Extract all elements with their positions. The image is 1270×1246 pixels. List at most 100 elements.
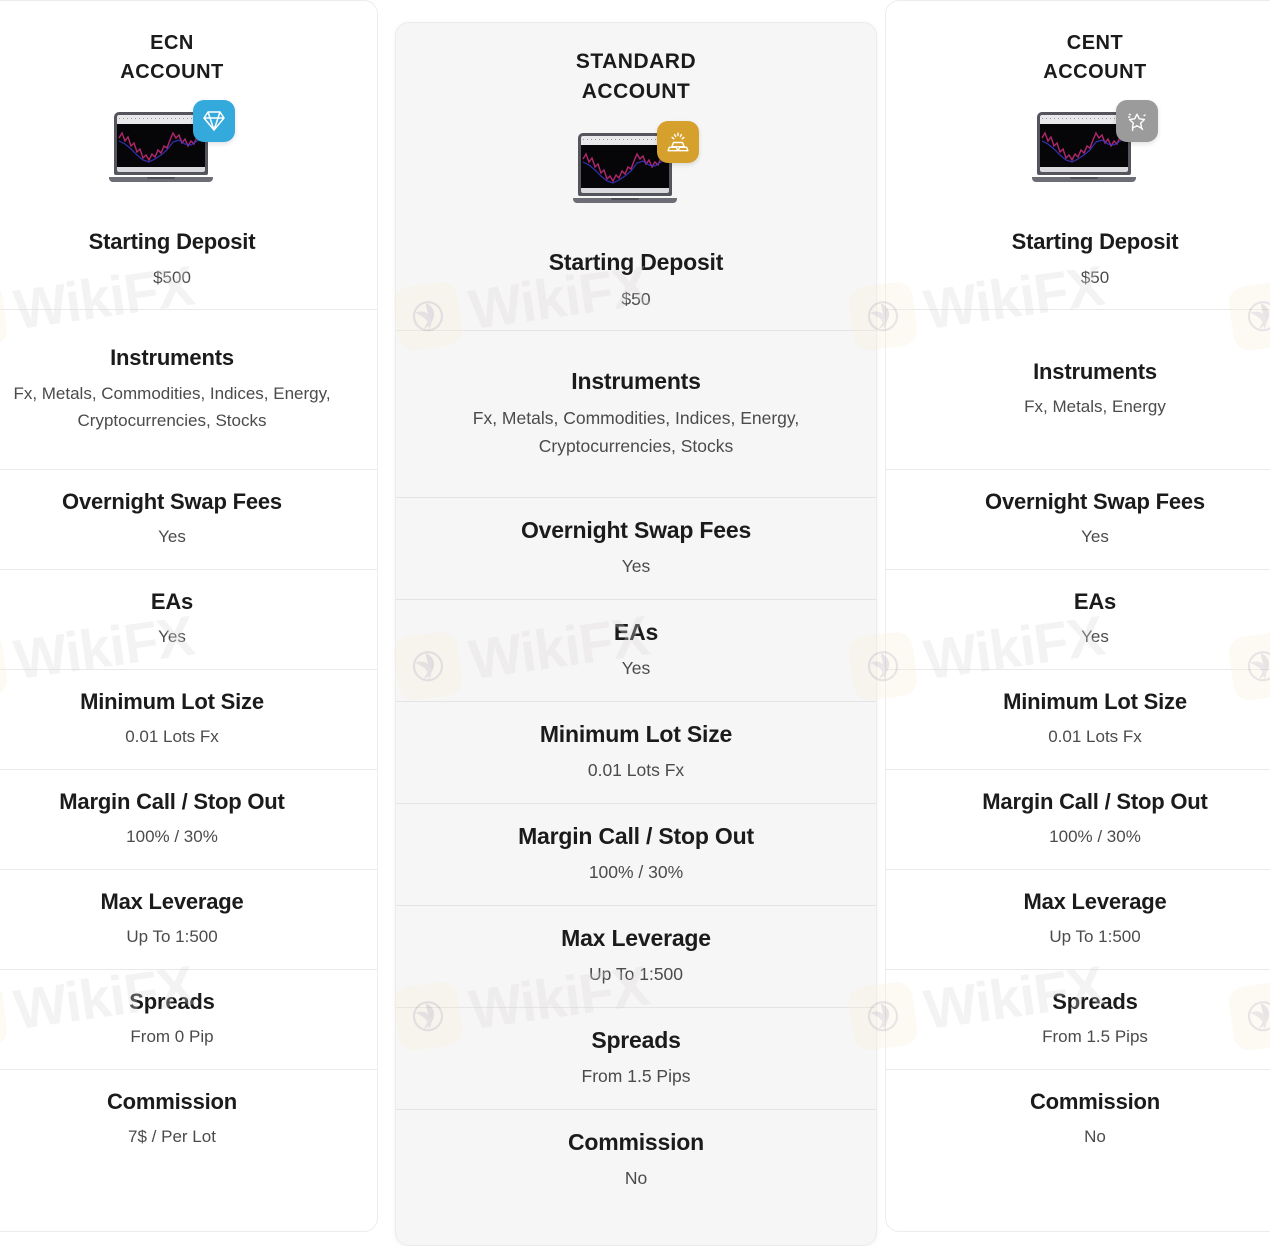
spec-row: Commission No bbox=[886, 1069, 1270, 1169]
spec-row: Commission No bbox=[396, 1109, 876, 1211]
spec-row: Starting Deposit $50 bbox=[886, 205, 1270, 309]
spec-row-label: Minimum Lot Size bbox=[404, 721, 868, 749]
spec-row-value: Up To 1:500 bbox=[894, 923, 1270, 950]
account-title-line-2: ACCOUNT bbox=[886, 58, 1270, 87]
spec-row: Instruments Fx, Metals, Commodities, Indi… bbox=[396, 330, 876, 497]
diamond-icon bbox=[193, 100, 235, 142]
account-card-title: CENT ACCOUNT bbox=[886, 1, 1270, 87]
spec-row-label: Minimum Lot Size bbox=[894, 689, 1270, 715]
spec-row: Margin Call / Stop Out 100% / 30% bbox=[396, 803, 876, 905]
spec-row-label: EAs bbox=[0, 589, 369, 615]
spec-row-value: Yes bbox=[0, 623, 369, 650]
spec-row-value: Fx, Metals, Commodities, Indices, Energy… bbox=[404, 404, 868, 460]
spec-row: Spreads From 1.5 Pips bbox=[886, 969, 1270, 1069]
account-illustration bbox=[886, 87, 1270, 205]
account-title-line-1: STANDARD bbox=[396, 47, 876, 77]
account-title-line-2: ACCOUNT bbox=[0, 58, 377, 87]
spec-row-value: Up To 1:500 bbox=[0, 923, 369, 950]
spec-row-label: Instruments bbox=[894, 359, 1270, 385]
spec-row-label: Spreads bbox=[894, 989, 1270, 1015]
spec-row: Instruments Fx, Metals, Energy bbox=[886, 309, 1270, 469]
spec-row: Margin Call / Stop Out 100% / 30% bbox=[886, 769, 1270, 869]
spec-row: Commission 7$ / Per Lot bbox=[0, 1069, 377, 1169]
account-title-line-1: ECN bbox=[0, 29, 377, 58]
spec-row: EAs Yes bbox=[886, 569, 1270, 669]
spec-row-label: EAs bbox=[894, 589, 1270, 615]
spec-row-value: No bbox=[894, 1123, 1270, 1150]
spec-row-value: Yes bbox=[404, 654, 868, 682]
spec-row: Max Leverage Up To 1:500 bbox=[0, 869, 377, 969]
account-type-comparison: ECN ACCOUNT bbox=[0, 0, 1270, 1214]
spec-row: Overnight Swap Fees Yes bbox=[0, 469, 377, 569]
spec-row-label: Overnight Swap Fees bbox=[404, 517, 868, 545]
spec-row: Minimum Lot Size 0.01 Lots Fx bbox=[886, 669, 1270, 769]
spec-row-label: EAs bbox=[404, 619, 868, 647]
spec-row-label: Starting Deposit bbox=[404, 249, 868, 277]
spec-row-label: Commission bbox=[404, 1129, 868, 1157]
spec-row-label: Minimum Lot Size bbox=[0, 689, 369, 715]
spec-row-label: Commission bbox=[0, 1089, 369, 1115]
spec-row: Margin Call / Stop Out 100% / 30% bbox=[0, 769, 377, 869]
spec-row-value: 100% / 30% bbox=[894, 823, 1270, 850]
spec-row-label: Commission bbox=[894, 1089, 1270, 1115]
spec-row-value: From 0 Pip bbox=[0, 1023, 369, 1050]
account-spec-list: Starting Deposit $500 Instruments Fx, Metal… bbox=[0, 205, 377, 1169]
account-spec-list: Starting Deposit $50 Instruments Fx, Metals… bbox=[396, 226, 876, 1211]
spec-row-value: No bbox=[404, 1164, 868, 1192]
account-card-cent[interactable]: CENT ACCOUNT bbox=[885, 0, 1270, 1232]
spec-row-value: 0.01 Lots Fx bbox=[0, 723, 369, 750]
account-card-ecn[interactable]: ECN ACCOUNT bbox=[0, 0, 378, 1232]
spec-row: Spreads From 1.5 Pips bbox=[396, 1007, 876, 1109]
spec-row-label: Max Leverage bbox=[894, 889, 1270, 915]
spec-row-value: $50 bbox=[894, 264, 1270, 291]
spec-row-label: Spreads bbox=[0, 989, 369, 1015]
spec-row-label: Margin Call / Stop Out bbox=[404, 823, 868, 851]
spec-row-value: Fx, Metals, Energy bbox=[894, 393, 1270, 420]
account-title-line-1: CENT bbox=[886, 29, 1270, 58]
spec-row-label: Margin Call / Stop Out bbox=[894, 789, 1270, 815]
spec-row: Minimum Lot Size 0.01 Lots Fx bbox=[396, 701, 876, 803]
spec-row: EAs Yes bbox=[0, 569, 377, 669]
spec-row-value: $50 bbox=[404, 285, 868, 313]
spec-row-label: Spreads bbox=[404, 1027, 868, 1055]
spec-row: Max LeverageUp To 1:500 bbox=[396, 905, 876, 1007]
account-illustration bbox=[0, 87, 377, 205]
spec-row-value: 0.01 Lots Fx bbox=[894, 723, 1270, 750]
spec-row-value: Yes bbox=[894, 523, 1270, 550]
spec-row: EAs Yes bbox=[396, 599, 876, 701]
account-card-title: ECN ACCOUNT bbox=[0, 1, 377, 87]
spec-row: Instruments Fx, Metals, Commodities, Indi… bbox=[0, 309, 377, 469]
spec-row-value: Yes bbox=[894, 623, 1270, 650]
spec-row-value: $500 bbox=[0, 264, 369, 291]
spec-row-label: Overnight Swap Fees bbox=[0, 489, 369, 515]
account-card-standard[interactable]: STANDARD ACCOUNT bbox=[395, 22, 877, 1246]
spec-row: Minimum Lot Size 0.01 Lots Fx bbox=[0, 669, 377, 769]
account-illustration bbox=[396, 108, 876, 226]
spec-row-value: 100% / 30% bbox=[0, 823, 369, 850]
spec-row-label: Overnight Swap Fees bbox=[894, 489, 1270, 515]
spec-row-label: Starting Deposit bbox=[0, 229, 369, 255]
spec-row-value: Yes bbox=[404, 552, 868, 580]
spec-row-value: From 1.5 Pips bbox=[404, 1062, 868, 1090]
spec-row-value: 100% / 30% bbox=[404, 858, 868, 886]
star-sparkle-icon bbox=[1116, 100, 1158, 142]
spec-row-value: Fx, Metals, Commodities, Indices, Energy… bbox=[0, 380, 369, 434]
account-title-line-2: ACCOUNT bbox=[396, 77, 876, 107]
spec-row-value: 0.01 Lots Fx bbox=[404, 756, 868, 784]
spec-row-label: Max Leverage bbox=[0, 889, 369, 915]
spec-row: Spreads From 0 Pip bbox=[0, 969, 377, 1069]
spec-row-value: From 1.5 Pips bbox=[894, 1023, 1270, 1050]
spec-row: Starting Deposit $500 bbox=[0, 205, 377, 309]
spec-row-label: Max Leverage bbox=[404, 925, 868, 953]
spec-row-label: Margin Call / Stop Out bbox=[0, 789, 369, 815]
spec-row-value: 7$ / Per Lot bbox=[0, 1123, 369, 1150]
account-card-title: STANDARD ACCOUNT bbox=[396, 23, 876, 108]
spec-row-label: Starting Deposit bbox=[894, 229, 1270, 255]
spec-row-label: Instruments bbox=[404, 368, 868, 396]
spec-row-label: Instruments bbox=[0, 345, 369, 371]
spec-row: Max Leverage Up To 1:500 bbox=[886, 869, 1270, 969]
account-spec-list: Starting Deposit $50 Instruments Fx, Metals… bbox=[886, 205, 1270, 1169]
spec-row-value: Yes bbox=[0, 523, 369, 550]
spec-row: Starting Deposit $50 bbox=[396, 226, 876, 330]
spec-row: Overnight Swap Fees Yes bbox=[886, 469, 1270, 569]
